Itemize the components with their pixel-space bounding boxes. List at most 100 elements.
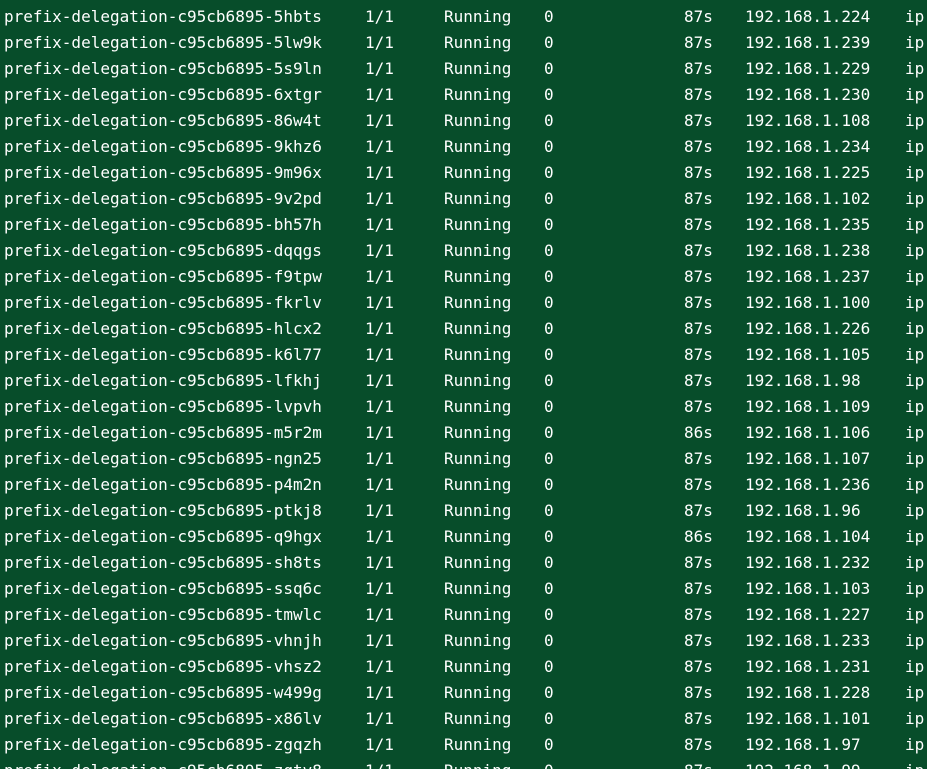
pod-ready: 1/1 — [365, 111, 394, 130]
pod-node: ip — [905, 657, 925, 676]
pod-name: prefix-delegation-c95cb6895-tmwlc — [4, 605, 322, 624]
pod-row: prefix-delegation-c95cb6895-dqqgs 1/1 Ru… — [0, 238, 927, 264]
pod-status: Running — [444, 85, 512, 104]
pod-list-output: prefix-delegation-c95cb6895-5hbts 1/1 Ru… — [0, 4, 927, 769]
pod-restarts: 0 — [544, 241, 554, 260]
pod-status: Running — [444, 137, 512, 156]
pod-ready: 1/1 — [365, 579, 394, 598]
pod-ip: 192.168.1.228 — [745, 683, 871, 702]
pod-name: prefix-delegation-c95cb6895-ptkj8 — [4, 501, 322, 520]
pod-ip: 192.168.1.101 — [745, 709, 871, 728]
pod-status: Running — [444, 397, 512, 416]
pod-status: Running — [444, 423, 512, 442]
pod-restarts: 0 — [544, 33, 554, 52]
pod-restarts: 0 — [544, 631, 554, 650]
pod-ready: 1/1 — [365, 59, 394, 78]
pod-restarts: 0 — [544, 137, 554, 156]
pod-restarts: 0 — [544, 605, 554, 624]
pod-status: Running — [444, 683, 512, 702]
pod-age: 87s — [684, 293, 713, 312]
pod-status: Running — [444, 267, 512, 286]
pod-name: prefix-delegation-c95cb6895-w499g — [4, 683, 322, 702]
pod-restarts: 0 — [544, 293, 554, 312]
pod-ip: 192.168.1.229 — [745, 59, 871, 78]
pod-row: prefix-delegation-c95cb6895-zqtv8 1/1 Ru… — [0, 758, 927, 769]
pod-ip: 192.168.1.237 — [745, 267, 871, 286]
pod-age: 87s — [684, 319, 713, 338]
pod-status: Running — [444, 657, 512, 676]
pod-ip: 192.168.1.232 — [745, 553, 871, 572]
pod-status: Running — [444, 33, 512, 52]
pod-restarts: 0 — [544, 7, 554, 26]
pod-ready: 1/1 — [365, 215, 394, 234]
pod-ready: 1/1 — [365, 631, 394, 650]
pod-row: prefix-delegation-c95cb6895-vhsz2 1/1 Ru… — [0, 654, 927, 680]
pod-name: prefix-delegation-c95cb6895-m5r2m — [4, 423, 322, 442]
pod-ip: 192.168.1.227 — [745, 605, 871, 624]
pod-ready: 1/1 — [365, 189, 394, 208]
pod-status: Running — [444, 501, 512, 520]
pod-ready: 1/1 — [365, 758, 394, 769]
pod-ready: 1/1 — [365, 267, 394, 286]
pod-age: 87s — [684, 345, 713, 364]
pod-name: prefix-delegation-c95cb6895-86w4t — [4, 111, 322, 130]
pod-age: 87s — [684, 59, 713, 78]
pod-node: ip — [905, 709, 925, 728]
terminal-window[interactable]: prefix-delegation-c95cb6895-5hbts 1/1 Ru… — [0, 0, 927, 769]
pod-node: ip — [905, 85, 925, 104]
pod-restarts: 0 — [544, 475, 554, 494]
pod-row: prefix-delegation-c95cb6895-5hbts 1/1 Ru… — [0, 4, 927, 30]
pod-name: prefix-delegation-c95cb6895-zgqzh — [4, 735, 322, 754]
pod-row: prefix-delegation-c95cb6895-k6l77 1/1 Ru… — [0, 342, 927, 368]
pod-row: prefix-delegation-c95cb6895-vhnjh 1/1 Ru… — [0, 628, 927, 654]
pod-restarts: 0 — [544, 189, 554, 208]
pod-status: Running — [444, 319, 512, 338]
pod-age: 87s — [684, 371, 713, 390]
pod-name: prefix-delegation-c95cb6895-ssq6c — [4, 579, 322, 598]
pod-restarts: 0 — [544, 319, 554, 338]
pod-ip: 192.168.1.106 — [745, 423, 871, 442]
pod-age: 87s — [684, 215, 713, 234]
pod-ip: 192.168.1.99 — [745, 758, 861, 769]
pod-age: 87s — [684, 501, 713, 520]
pod-row: prefix-delegation-c95cb6895-ptkj8 1/1 Ru… — [0, 498, 927, 524]
pod-ready: 1/1 — [365, 605, 394, 624]
pod-restarts: 0 — [544, 758, 554, 769]
pod-age: 87s — [684, 683, 713, 702]
pod-row: prefix-delegation-c95cb6895-x86lv 1/1 Ru… — [0, 706, 927, 732]
pod-row: prefix-delegation-c95cb6895-5s9ln 1/1 Ru… — [0, 56, 927, 82]
pod-ip: 192.168.1.226 — [745, 319, 871, 338]
pod-ready: 1/1 — [365, 553, 394, 572]
pod-ready: 1/1 — [365, 657, 394, 676]
pod-ready: 1/1 — [365, 475, 394, 494]
pod-age: 87s — [684, 111, 713, 130]
pod-ready: 1/1 — [365, 449, 394, 468]
pod-status: Running — [444, 59, 512, 78]
pod-status: Running — [444, 527, 512, 546]
pod-node: ip — [905, 683, 925, 702]
pod-age: 87s — [684, 579, 713, 598]
pod-node: ip — [905, 7, 925, 26]
pod-name: prefix-delegation-c95cb6895-ngn25 — [4, 449, 322, 468]
pod-node: ip — [905, 579, 925, 598]
pod-restarts: 0 — [544, 735, 554, 754]
pod-age: 87s — [684, 605, 713, 624]
pod-name: prefix-delegation-c95cb6895-x86lv — [4, 709, 322, 728]
pod-ip: 192.168.1.96 — [745, 501, 861, 520]
pod-name: prefix-delegation-c95cb6895-6xtgr — [4, 85, 322, 104]
pod-row: prefix-delegation-c95cb6895-hlcx2 1/1 Ru… — [0, 316, 927, 342]
pod-node: ip — [905, 501, 925, 520]
pod-node: ip — [905, 33, 925, 52]
pod-age: 87s — [684, 631, 713, 650]
pod-ready: 1/1 — [365, 85, 394, 104]
pod-row: prefix-delegation-c95cb6895-p4m2n 1/1 Ru… — [0, 472, 927, 498]
pod-name: prefix-delegation-c95cb6895-q9hgx — [4, 527, 322, 546]
pod-status: Running — [444, 215, 512, 234]
pod-ready: 1/1 — [365, 7, 394, 26]
pod-restarts: 0 — [544, 527, 554, 546]
pod-node: ip — [905, 189, 925, 208]
pod-node: ip — [905, 553, 925, 572]
pod-row: prefix-delegation-c95cb6895-9v2pd 1/1 Ru… — [0, 186, 927, 212]
pod-ready: 1/1 — [365, 163, 394, 182]
pod-status: Running — [444, 475, 512, 494]
